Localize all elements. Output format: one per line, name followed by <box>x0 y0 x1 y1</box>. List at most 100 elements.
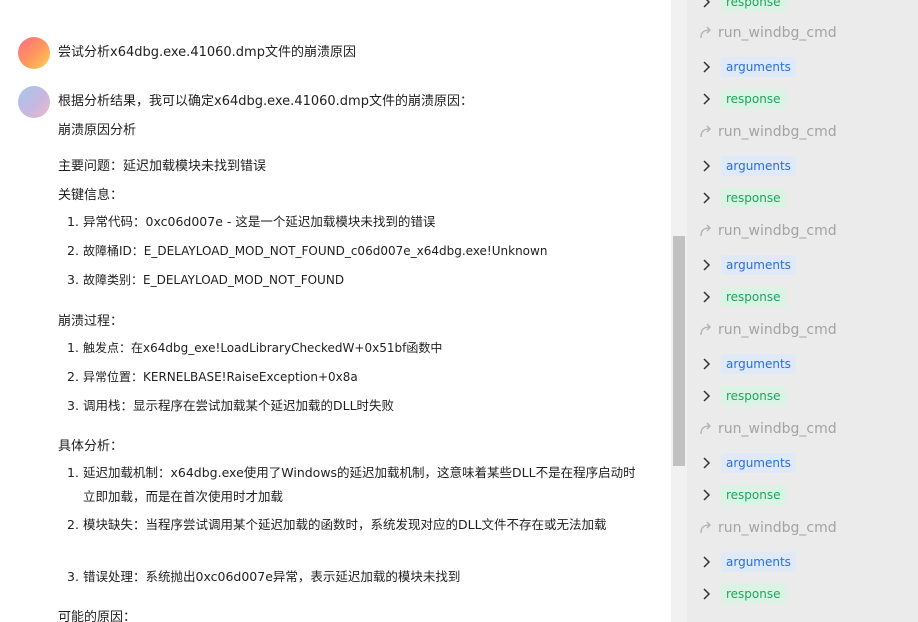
chevron-right-icon <box>703 192 711 204</box>
tool-call-header: run_windbg_cmd <box>699 223 837 239</box>
list-item-number: 2. <box>67 369 79 384</box>
list-item-number: 2. <box>67 517 79 532</box>
chat-panel: 尝试分析x64dbg.exe.41060.dmp文件的崩溃原因 根据分析结果，我… <box>0 0 671 622</box>
list-item: 3. 错误处理：系统抛出0xc06d007e异常，表示延迟加载的模块未找到 <box>67 565 647 589</box>
tool-response-toggle[interactable]: response <box>701 485 786 505</box>
chevron-right-icon <box>703 358 711 370</box>
chevron-right-icon <box>703 390 711 402</box>
tool-response-toggle[interactable]: response <box>701 89 786 109</box>
list-item-text: 故障类别：E_DELAYLOAD_MOD_NOT_FOUND <box>83 273 345 287</box>
list-item-text: 模块缺失：当程序尝试调用某个延迟加载的函数时，系统发现对应的DLL文件不存在或无… <box>83 517 607 532</box>
chevron-right-icon <box>703 61 711 73</box>
chevron-right-icon <box>703 160 711 172</box>
response-tag: response <box>721 0 786 12</box>
tool-response-toggle[interactable]: response <box>701 0 786 12</box>
chevron-right-icon <box>703 0 711 8</box>
response-tag: response <box>721 89 786 109</box>
list-item: 2. 异常位置：KERNELBASE!RaiseException+0x8a <box>67 365 647 389</box>
list-item-number: 3. <box>67 272 79 287</box>
tool-call-name: run_windbg_cmd <box>718 421 837 437</box>
crash-process-label: 崩溃过程： <box>58 314 124 329</box>
tool-call-header: run_windbg_cmd <box>699 124 837 140</box>
tool-response-toggle[interactable]: response <box>701 386 786 406</box>
tool-call-header: run_windbg_cmd <box>699 322 837 338</box>
possible-causes-label: 可能的原因： <box>58 610 137 622</box>
list-item-text: 调用栈：显示程序在尝试加载某个延迟加载的DLL时失败 <box>83 398 395 413</box>
arguments-tag: arguments <box>721 156 796 176</box>
chevron-right-icon <box>703 556 711 568</box>
tool-arguments-toggle[interactable]: arguments <box>701 453 796 473</box>
arguments-tag: arguments <box>721 354 796 374</box>
tool-call-name: run_windbg_cmd <box>718 25 837 41</box>
main-issue-text: 主要问题：延迟加载模块未找到错误 <box>58 159 267 174</box>
list-item: 2. 故障桶ID：E_DELAYLOAD_MOD_NOT_FOUND_c06d0… <box>67 239 647 263</box>
list-item-number: 2. <box>67 243 79 258</box>
list-item-text: 延迟加载机制：x64dbg.exe使用了Windows的延迟加载机制，这意味着某… <box>83 465 636 504</box>
redo-arrow-icon <box>700 26 711 39</box>
tool-arguments-toggle[interactable]: arguments <box>701 552 796 572</box>
assistant-message: 根据分析结果，我可以确定x64dbg.exe.41060.dmp文件的崩溃原因： <box>18 86 473 118</box>
tool-arguments-toggle[interactable]: arguments <box>701 354 796 374</box>
redo-arrow-icon <box>700 224 711 237</box>
response-tag: response <box>721 188 786 208</box>
list-item-text: 异常位置：KERNELBASE!RaiseException+0x8a <box>83 370 358 384</box>
redo-arrow-icon <box>700 125 711 138</box>
list-item-text: 触发点：在x64dbg_exe!LoadLibraryCheckedW+0x51… <box>83 341 443 355</box>
chevron-right-icon <box>703 489 711 501</box>
list-item: 1. 异常代码：0xc06d007e - 这是一个延迟加载模块未找到的错误 <box>67 210 647 234</box>
tool-call-name: run_windbg_cmd <box>718 322 837 338</box>
assistant-avatar <box>18 86 50 118</box>
response-tag: response <box>721 287 786 307</box>
arguments-tag: arguments <box>721 57 796 77</box>
tool-call-header: run_windbg_cmd <box>699 520 837 536</box>
list-item-number: 1. <box>67 340 79 355</box>
chat-scrollbar[interactable] <box>671 0 687 622</box>
user-message-text: 尝试分析x64dbg.exe.41060.dmp文件的崩溃原因 <box>58 45 356 60</box>
redo-arrow-icon <box>700 323 711 336</box>
tool-call-name: run_windbg_cmd <box>718 223 837 239</box>
tool-call-header: run_windbg_cmd <box>699 25 837 41</box>
list-item-number: 3. <box>67 398 79 413</box>
list-item: 1. 触发点：在x64dbg_exe!LoadLibraryCheckedW+0… <box>67 336 647 360</box>
redo-arrow-icon <box>700 422 711 435</box>
chevron-right-icon <box>703 291 711 303</box>
list-item-number: 3. <box>67 569 79 584</box>
tool-call-name: run_windbg_cmd <box>718 124 837 140</box>
tool-response-toggle[interactable]: response <box>701 287 786 307</box>
chevron-right-icon <box>703 588 711 600</box>
redo-arrow-icon <box>700 521 711 534</box>
tool-call-header: run_windbg_cmd <box>699 421 837 437</box>
arguments-tag: arguments <box>721 552 796 572</box>
analysis-label: 具体分析： <box>58 439 124 454</box>
list-item: 3. 调用栈：显示程序在尝试加载某个延迟加载的DLL时失败 <box>67 394 647 418</box>
list-item: 3. 故障类别：E_DELAYLOAD_MOD_NOT_FOUND <box>67 268 647 292</box>
analysis-heading: 崩溃原因分析 <box>58 123 137 138</box>
tool-calls-panel: response run_windbg_cmd arguments respon… <box>687 0 918 622</box>
list-item-number: 1. <box>67 465 79 480</box>
tool-arguments-toggle[interactable]: arguments <box>701 156 796 176</box>
user-message: 尝试分析x64dbg.exe.41060.dmp文件的崩溃原因 <box>18 37 356 69</box>
list-item: 2. 模块缺失：当程序尝试调用某个延迟加载的函数时，系统发现对应的DLL文件不存… <box>67 513 647 537</box>
tool-call-name: run_windbg_cmd <box>718 520 837 536</box>
tool-response-toggle[interactable]: response <box>701 188 786 208</box>
assistant-intro-text: 根据分析结果，我可以确定x64dbg.exe.41060.dmp文件的崩溃原因： <box>58 94 473 109</box>
response-tag: response <box>721 584 786 604</box>
user-avatar <box>18 37 50 69</box>
key-info-label: 关键信息： <box>58 188 124 203</box>
list-item: 1. 延迟加载机制：x64dbg.exe使用了Windows的延迟加载机制，这意… <box>67 461 647 509</box>
chevron-right-icon <box>703 457 711 469</box>
list-item-text: 错误处理：系统抛出0xc06d007e异常，表示延迟加载的模块未找到 <box>83 569 461 584</box>
tool-arguments-toggle[interactable]: arguments <box>701 255 796 275</box>
tool-response-toggle[interactable]: response <box>701 584 786 604</box>
list-item-text: 异常代码：0xc06d007e - 这是一个延迟加载模块未找到的错误 <box>83 214 436 229</box>
response-tag: response <box>721 485 786 505</box>
scrollbar-thumb[interactable] <box>673 236 685 466</box>
response-tag: response <box>721 386 786 406</box>
chevron-right-icon <box>703 259 711 271</box>
arguments-tag: arguments <box>721 453 796 473</box>
tool-arguments-toggle[interactable]: arguments <box>701 57 796 77</box>
chevron-right-icon <box>703 93 711 105</box>
list-item-text: 故障桶ID：E_DELAYLOAD_MOD_NOT_FOUND_c06d007e… <box>83 244 548 258</box>
arguments-tag: arguments <box>721 255 796 275</box>
list-item-number: 1. <box>67 214 79 229</box>
